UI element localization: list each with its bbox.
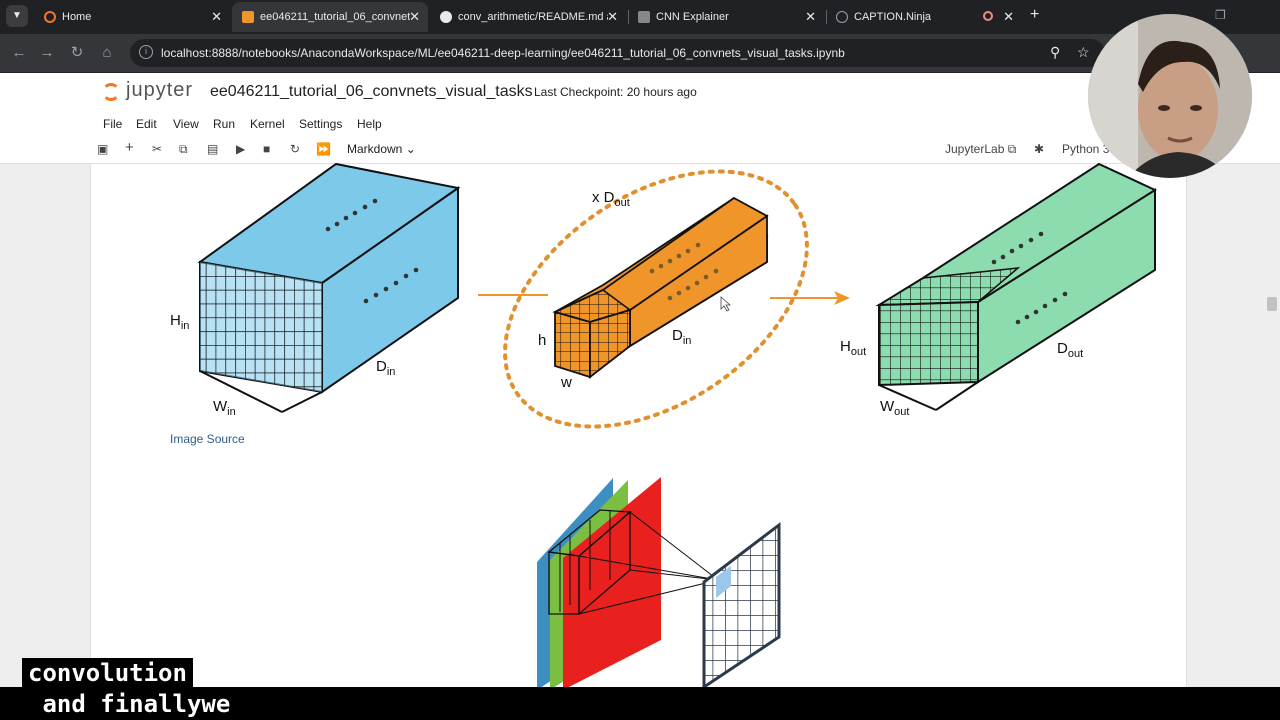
label-w: w: [561, 374, 572, 391]
presenter-video-frame: [1088, 14, 1252, 178]
label-text: W: [213, 398, 228, 415]
label-d-in: Din: [376, 358, 395, 378]
label-h-in: Hin: [170, 312, 189, 332]
label-text: H: [170, 312, 181, 329]
label-subscript: out: [614, 197, 630, 209]
output-volume: [875, 162, 1158, 411]
label-subscript: out: [894, 406, 910, 418]
arrow-out: [770, 291, 850, 305]
label-subscript: in: [682, 335, 692, 347]
feature-map-diagram: [537, 477, 781, 690]
label-text: D: [1057, 340, 1068, 357]
mouse-cursor-icon: [720, 296, 732, 312]
label-text: H: [840, 338, 851, 355]
label-subscript: in: [386, 366, 396, 378]
label-subscript: in: [180, 320, 190, 332]
input-volume: [197, 162, 461, 413]
label-subscript: in: [227, 406, 236, 418]
webcam-overlay: [1088, 14, 1252, 178]
caption-line-2: and finallywe: [22, 689, 237, 719]
label-filter-d-in: Din: [672, 327, 691, 347]
label-text: D: [672, 327, 683, 344]
label-h: h: [538, 332, 547, 349]
label-text: W: [880, 398, 895, 415]
label-h-out: Hout: [840, 338, 866, 358]
label-d-out: Dout: [1057, 340, 1083, 360]
label-subscript: out: [1067, 348, 1084, 360]
image-source-link[interactable]: Image Source: [170, 432, 245, 446]
filter-volume: [552, 196, 769, 379]
caption-line-1: convolution: [22, 658, 193, 688]
label-w-out: Wout: [880, 398, 909, 418]
label-w-in: Win: [213, 398, 236, 418]
label-text: D: [376, 358, 387, 375]
label-text: x D: [592, 189, 615, 206]
label-x-d-out: x Dout: [592, 189, 630, 209]
label-subscript: out: [850, 346, 867, 358]
